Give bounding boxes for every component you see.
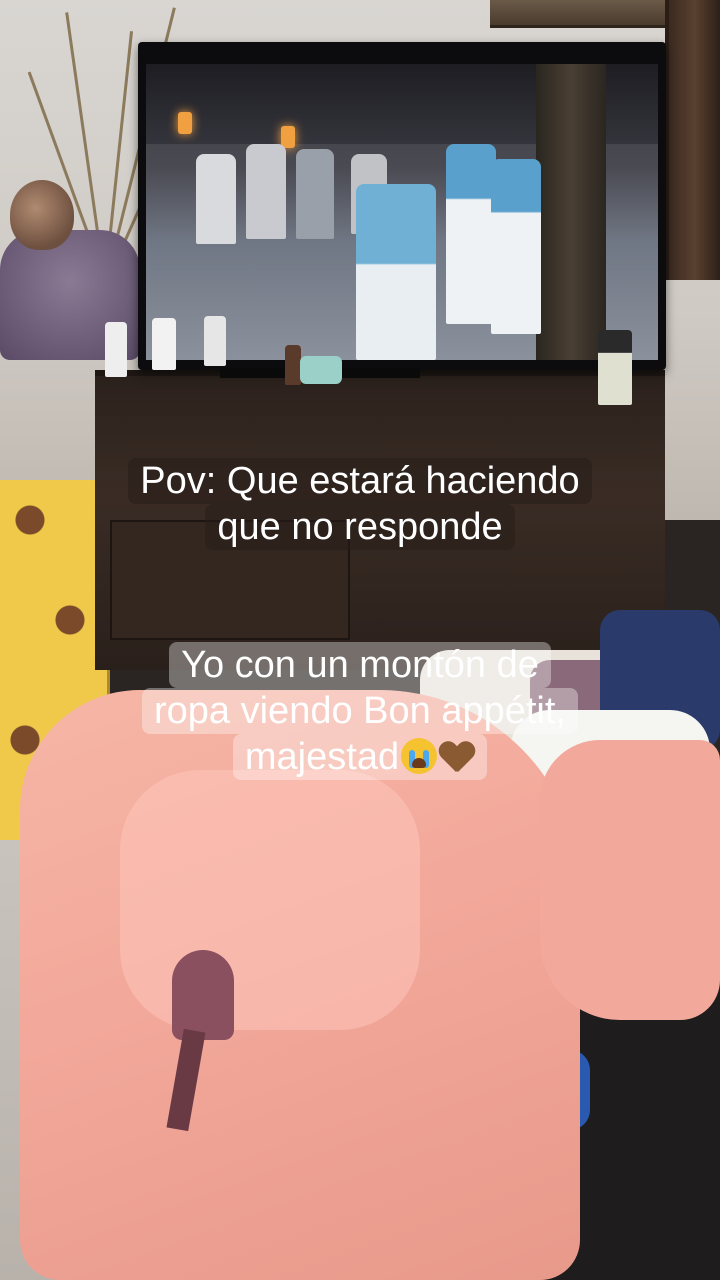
jar — [300, 356, 342, 384]
loudly-crying-face-icon — [401, 738, 438, 774]
top-caption: Pov: Que estará haciendo que no responde — [0, 458, 720, 550]
bottom-caption-line-3: majestad — [232, 734, 488, 780]
top-caption-line-1: Pov: Que estará haciendo — [128, 458, 592, 504]
bottle — [152, 318, 176, 370]
picture-frame-right — [665, 0, 720, 280]
bottom-caption-text-3: majestad — [244, 736, 400, 778]
brown-heart-icon — [439, 740, 475, 774]
bottle — [285, 345, 301, 385]
bottom-caption: Yo con un montón de ropa viendo Bon appé… — [0, 642, 720, 780]
bottle — [598, 330, 632, 405]
bottle — [204, 316, 226, 366]
doll-head — [10, 180, 74, 250]
top-caption-line-2: que no responde — [205, 504, 515, 550]
bottom-caption-line-1: Yo con un montón de — [169, 642, 551, 688]
photo-scene — [0, 0, 720, 1280]
bottle — [105, 322, 127, 377]
picture-frame-top — [490, 0, 670, 28]
bottom-caption-line-2: ropa viendo Bon appétit, — [142, 688, 578, 734]
